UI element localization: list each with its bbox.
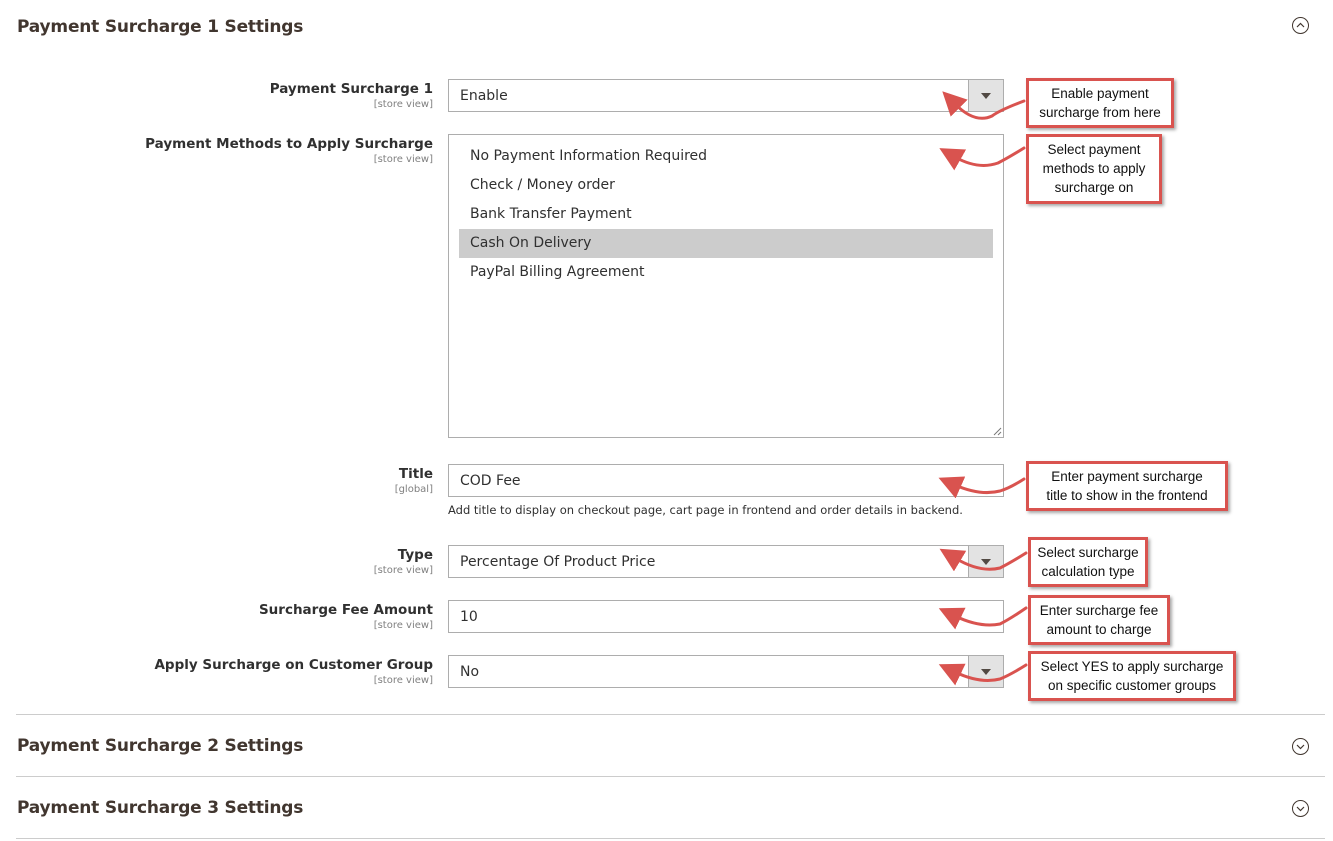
arrow-type [939,548,1028,572]
arrow-title [938,476,1026,499]
arrow-enable [942,91,1026,120]
arrow-group [938,663,1028,686]
callout-arrows [938,91,1028,686]
arrow-methods [939,146,1026,171]
arrow-amount [938,606,1028,630]
